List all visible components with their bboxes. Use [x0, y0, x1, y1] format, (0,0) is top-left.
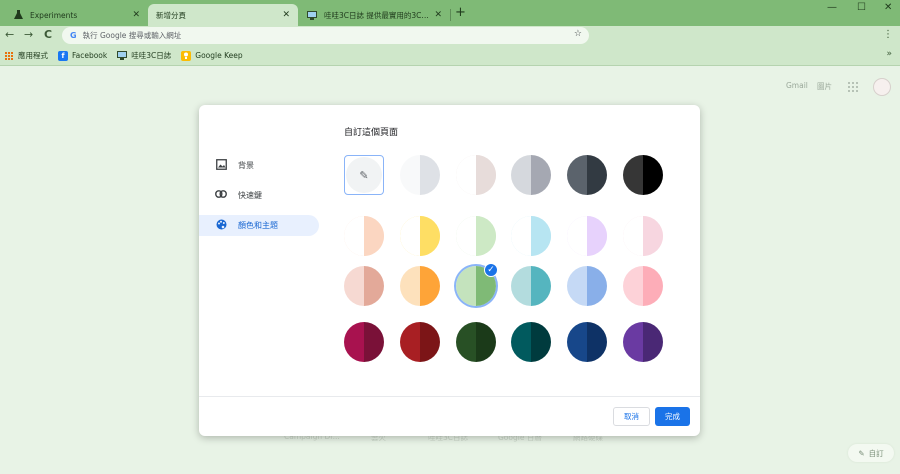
sidebar-item-label: 顏色和主題 [238, 221, 278, 230]
theme-swatch[interactable] [400, 216, 440, 256]
customize-dialog: 自訂這個頁面 背景 快速鍵 顏色和主題 ✎ ✓ 取消 完成 [199, 105, 700, 436]
close-icon[interactable]: ✕ [282, 10, 290, 20]
keep-icon [181, 50, 192, 61]
palette-icon [214, 219, 228, 233]
theme-swatch[interactable] [344, 216, 384, 256]
facebook-icon: f [58, 50, 68, 61]
omnibox[interactable]: G 執行 Google 搜尋或輸入網址 ☆ [62, 27, 589, 44]
tab-title: Experiments [30, 10, 78, 20]
maximize-button[interactable]: ☐ [857, 2, 866, 13]
link-icon [214, 190, 228, 201]
theme-swatch[interactable] [511, 216, 551, 256]
google-apps-icon[interactable] [848, 82, 858, 92]
bookmark-label: Google Keep [195, 51, 243, 60]
custom-color-picker[interactable]: ✎ [344, 155, 384, 195]
bookmarks-bar: 應用程式 f Facebook 哇哇3C日誌 Google Keep » [0, 46, 900, 66]
cancel-button[interactable]: 取消 [613, 407, 650, 426]
bookmark-facebook[interactable]: f Facebook [58, 50, 108, 61]
close-icon[interactable]: ✕ [132, 10, 140, 20]
bookmark-label: Facebook [72, 51, 108, 60]
bookmark-apps[interactable]: 應用程式 [5, 50, 48, 61]
theme-swatch[interactable] [456, 216, 496, 256]
image-icon [214, 158, 228, 173]
flask-icon [12, 9, 24, 21]
theme-swatch[interactable] [567, 266, 607, 306]
tab-strip: Experiments ✕ 新增分頁 ✕ 哇哇3C日誌 提供最實用的3C、軟體 … [0, 0, 900, 26]
theme-swatch[interactable] [623, 155, 663, 195]
apps-icon [5, 51, 13, 60]
theme-swatch[interactable] [623, 216, 663, 256]
monitor-icon [306, 9, 318, 21]
reload-button[interactable]: C [44, 28, 52, 41]
tab-title: 哇哇3C日誌 提供最實用的3C、軟體 [324, 10, 430, 20]
gmail-link[interactable]: Gmail [786, 81, 808, 90]
new-tab-button[interactable]: + [455, 6, 466, 20]
chrome-menu-button[interactable]: ⋮ [883, 29, 893, 40]
theme-swatch[interactable] [567, 216, 607, 256]
tab-title: 新增分頁 [156, 10, 186, 20]
customize-button[interactable]: ✎ 自訂 [848, 444, 894, 462]
theme-swatch[interactable] [511, 266, 551, 306]
done-button[interactable]: 完成 [655, 407, 690, 426]
tab-wawa3c[interactable]: 哇哇3C日誌 提供最實用的3C、軟體 ✕ [298, 4, 450, 26]
theme-swatch[interactable] [456, 155, 496, 195]
minimize-button[interactable]: — [827, 2, 837, 13]
dialog-divider [199, 396, 700, 397]
window-close-button[interactable]: ✕ [884, 2, 892, 13]
tab-experiments[interactable]: Experiments ✕ [4, 4, 148, 26]
theme-swatch[interactable] [623, 322, 663, 362]
sidebar-item-colors-themes[interactable]: 顏色和主題 [199, 215, 319, 236]
theme-swatch[interactable] [344, 322, 384, 362]
images-link[interactable]: 圖片 [817, 81, 832, 92]
customize-label: 自訂 [868, 448, 884, 458]
theme-swatch[interactable] [456, 322, 496, 362]
theme-swatch[interactable] [567, 322, 607, 362]
theme-swatch[interactable] [344, 266, 384, 306]
theme-swatch[interactable] [400, 155, 440, 195]
dialog-title: 自訂這個頁面 [344, 128, 399, 138]
eyedropper-icon: ✎ [346, 157, 382, 193]
sidebar-item-label: 快速鍵 [238, 191, 262, 200]
toolbar: ← → C G 執行 Google 搜尋或輸入網址 ☆ ⋮ [0, 26, 900, 46]
theme-swatch[interactable] [400, 266, 440, 306]
back-button[interactable]: ← [5, 28, 14, 41]
theme-swatch[interactable] [511, 322, 551, 362]
tab-new-tab[interactable]: 新增分頁 ✕ [148, 4, 298, 26]
sidebar-item-label: 背景 [238, 161, 254, 170]
forward-button[interactable]: → [24, 28, 33, 41]
bookmark-star-icon[interactable]: ☆ [574, 29, 582, 39]
theme-swatch[interactable] [400, 322, 440, 362]
omnibox-placeholder: 執行 Google 搜尋或輸入網址 [82, 31, 182, 40]
close-icon[interactable]: ✕ [434, 10, 442, 20]
bookmark-label: 哇哇3C日誌 [131, 51, 172, 60]
theme-swatch[interactable] [567, 155, 607, 195]
google-icon: G [70, 31, 77, 40]
theme-swatch[interactable] [623, 266, 663, 306]
theme-swatch[interactable] [511, 155, 551, 195]
bookmark-google-keep[interactable]: Google Keep [181, 50, 243, 61]
bookmark-label: 應用程式 [18, 51, 48, 60]
bookmark-wawa3c[interactable]: 哇哇3C日誌 [117, 50, 171, 61]
sidebar-item-background[interactable]: 背景 [199, 155, 319, 176]
sidebar-item-shortcuts[interactable]: 快速鍵 [199, 185, 319, 206]
tab-divider [450, 9, 451, 21]
pencil-icon: ✎ [858, 448, 865, 458]
bookmarks-overflow-button[interactable]: » [886, 49, 892, 59]
monitor-icon [117, 51, 128, 61]
selected-check-icon: ✓ [484, 263, 498, 277]
avatar[interactable] [873, 78, 891, 96]
